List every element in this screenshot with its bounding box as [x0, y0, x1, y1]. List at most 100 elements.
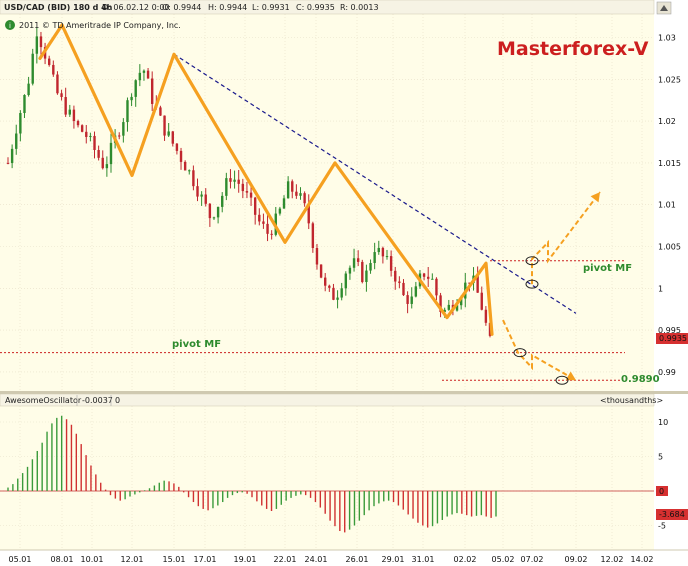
target-price-label: 0.9890	[621, 374, 660, 385]
candle-body	[31, 53, 34, 84]
date-tick-label: 02.02	[454, 555, 477, 564]
candle-body	[332, 287, 335, 300]
candle-body	[23, 95, 26, 114]
price-tick-label: 1.03	[658, 34, 676, 43]
date-tick-label: 08.01	[51, 555, 74, 564]
candle-body	[262, 221, 265, 224]
oscillator-name: AwesomeOscillator	[5, 396, 82, 405]
candle-body	[142, 70, 146, 73]
date-tick-label: 10.01	[81, 555, 104, 564]
candle-body	[278, 208, 282, 214]
candle-body	[76, 121, 80, 126]
candle-body	[348, 267, 352, 274]
candle-body	[109, 142, 113, 165]
candle-body	[183, 161, 187, 171]
candle-body	[431, 278, 434, 280]
oscillator-panel	[0, 394, 654, 550]
candle-body	[319, 264, 323, 278]
candle-body	[101, 157, 104, 169]
candle-body	[406, 295, 409, 304]
price-tick-label: 0.99	[658, 368, 676, 377]
date-tick-label: 31.01	[412, 555, 435, 564]
watermark-title: Masterforex-V	[497, 38, 649, 60]
candle-body	[35, 36, 39, 54]
date-tick-label: 05.02	[492, 555, 515, 564]
price-tick-label: 1.01	[658, 201, 676, 210]
candle-body	[167, 131, 170, 136]
candle-body	[225, 178, 228, 196]
candle-body	[212, 217, 216, 219]
candle-body	[480, 292, 483, 310]
candle-body	[303, 193, 306, 204]
panel-separator	[0, 391, 688, 394]
candle-body	[233, 179, 236, 182]
date-tick-label: 15.01	[163, 555, 186, 564]
candle-body	[130, 96, 133, 101]
candle-body	[369, 263, 372, 271]
oscillator-tick-label: 10	[658, 418, 668, 427]
candle-body	[89, 135, 92, 137]
candle-body	[484, 309, 488, 323]
candle-body	[402, 282, 405, 296]
price-tick-label: 1.02	[658, 117, 676, 126]
candle-body	[15, 133, 18, 149]
high-label: H: 0.9944	[208, 3, 247, 12]
date-tick-label: 07.02	[521, 555, 544, 564]
candle-body	[39, 36, 43, 48]
candle-body	[394, 270, 397, 282]
candle-body	[196, 186, 199, 197]
current-price-label: 0.9935	[659, 334, 687, 343]
candle-body	[93, 135, 96, 150]
candle-body	[216, 206, 220, 218]
candle-body	[134, 80, 137, 97]
candle-body	[361, 261, 364, 283]
candle-body	[229, 178, 232, 182]
candle-body	[200, 194, 203, 197]
candle-body	[249, 192, 253, 198]
date-tick-label: 24.01	[305, 555, 328, 564]
candle-body	[237, 179, 240, 184]
candle-body	[365, 270, 368, 283]
price-tick-label: 1	[658, 284, 663, 293]
oscillator-tick-label: -5	[658, 522, 666, 531]
candle-body	[253, 197, 257, 215]
candle-body	[64, 97, 67, 115]
candle-body	[27, 83, 30, 96]
candle-body	[311, 223, 315, 248]
candle-body	[19, 113, 22, 134]
candle-body	[192, 170, 195, 187]
candle-body	[270, 233, 273, 235]
oscillator-tick-label: 5	[658, 453, 663, 462]
date-tick-label: 22.01	[274, 555, 297, 564]
candle-body	[422, 273, 426, 277]
candle-body	[68, 109, 71, 115]
candle-body	[122, 122, 125, 136]
candle-body	[221, 195, 224, 207]
candle-body	[398, 281, 401, 283]
candle-body	[385, 256, 389, 258]
candle-body	[60, 93, 63, 98]
price-tick-label: 1.015	[658, 159, 681, 168]
candle-body	[47, 58, 51, 65]
candle-body	[282, 198, 286, 209]
candle-body	[344, 273, 348, 289]
candle-body	[150, 78, 154, 104]
symbol-label: USD/CAD (BID) 180 d 4h	[4, 3, 113, 12]
candle-body	[52, 64, 55, 75]
candle-body	[188, 170, 191, 172]
low-label: L: 0.9931	[252, 3, 290, 12]
date-label: D: 06.02.12 0:00	[102, 3, 170, 12]
oscillator-param: 0	[115, 396, 120, 405]
candle-body	[126, 100, 129, 123]
date-tick-label: 17.01	[194, 555, 217, 564]
candle-body	[179, 150, 183, 162]
candle-body	[72, 109, 76, 122]
candle-body	[324, 277, 327, 286]
oscillator-zero-label: 0	[659, 487, 664, 496]
candle-body	[10, 148, 14, 164]
scroll-up-icon[interactable]	[656, 1, 672, 15]
date-tick-label: 29.01	[382, 555, 405, 564]
candle-body	[427, 276, 430, 279]
info-icon-glyph: i	[9, 22, 11, 30]
date-tick-label: 12.02	[601, 555, 624, 564]
